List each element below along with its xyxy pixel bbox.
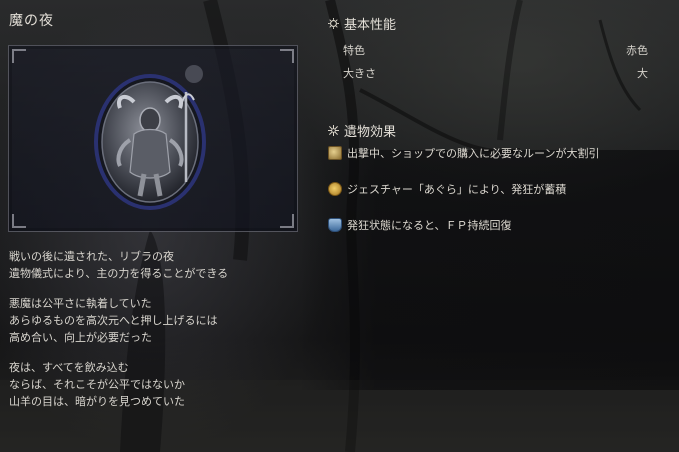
stat-label: 大きさ xyxy=(343,67,376,80)
description-line: 遺物儀式により、主の力を得ることができる xyxy=(9,267,229,280)
stat-value: 大 xyxy=(637,67,648,80)
starburst-icon xyxy=(328,125,339,136)
relic-image-frame xyxy=(8,45,298,232)
description-line: 戦いの後に遺された、リブラの夜 xyxy=(9,250,174,263)
basic-stats-title: 基本性能 xyxy=(344,18,397,33)
gesture-icon xyxy=(328,182,342,196)
description-line: ならば、それこそが公平ではないか xyxy=(9,378,185,391)
relic-name: 魔の夜 xyxy=(9,13,54,29)
shop-bag-icon xyxy=(328,146,342,160)
frame-corner xyxy=(280,49,294,63)
frame-corner xyxy=(12,214,26,228)
description-line: あらゆるものを高次元へと押し上げるには xyxy=(9,314,218,327)
stat-row-color: 特色 赤色 xyxy=(343,42,648,58)
frame-corner xyxy=(12,49,26,63)
description-paragraph: 夜は、すべてを飲み込む ならば、それこそが公平ではないか 山羊の目は、暗がりを見… xyxy=(9,359,228,410)
stat-row-size: 大きさ 大 xyxy=(343,65,648,81)
basic-stats-heading: 基本性能 xyxy=(328,14,396,33)
relic-effects-heading: 遺物効果 xyxy=(328,121,396,140)
description-line: 高め合い、向上が必要だった xyxy=(9,331,152,344)
relic-effects-title: 遺物効果 xyxy=(344,125,397,140)
description-paragraph: 悪魔は公平さに執着していた あらゆるものを高次元へと押し上げるには 高め合い、向… xyxy=(9,295,228,346)
frame-corner xyxy=(280,214,294,228)
effect-item: 出撃中、ショップでの購入に必要なルーンが大割引 xyxy=(328,145,599,161)
description-line: 山羊の目は、暗がりを見つめていた xyxy=(9,395,185,408)
effect-item: ジェスチャー「あぐら」により、発狂が蓄積 xyxy=(328,181,566,197)
stat-label: 特色 xyxy=(343,44,365,57)
stat-value: 赤色 xyxy=(626,44,648,57)
fp-flask-icon xyxy=(328,218,342,232)
description-line: 夜は、すべてを飲み込む xyxy=(9,361,129,374)
effect-item: 発狂状態になると、ＦＰ持続回復 xyxy=(328,217,512,233)
relic-medallion-icon xyxy=(94,65,206,210)
effect-text: 出撃中、ショップでの購入に必要なルーンが大割引 xyxy=(347,147,600,160)
effect-text: ジェスチャー「あぐら」により、発狂が蓄積 xyxy=(347,183,567,196)
sun-emblem-icon xyxy=(328,18,339,29)
description-line: 悪魔は公平さに執着していた xyxy=(9,297,152,310)
relic-description: 戦いの後に遺された、リブラの夜 遺物儀式により、主の力を得ることができる 悪魔は… xyxy=(9,248,228,423)
description-paragraph: 戦いの後に遺された、リブラの夜 遺物儀式により、主の力を得ることができる xyxy=(9,248,228,282)
effect-text: 発狂状態になると、ＦＰ持続回復 xyxy=(347,219,512,232)
